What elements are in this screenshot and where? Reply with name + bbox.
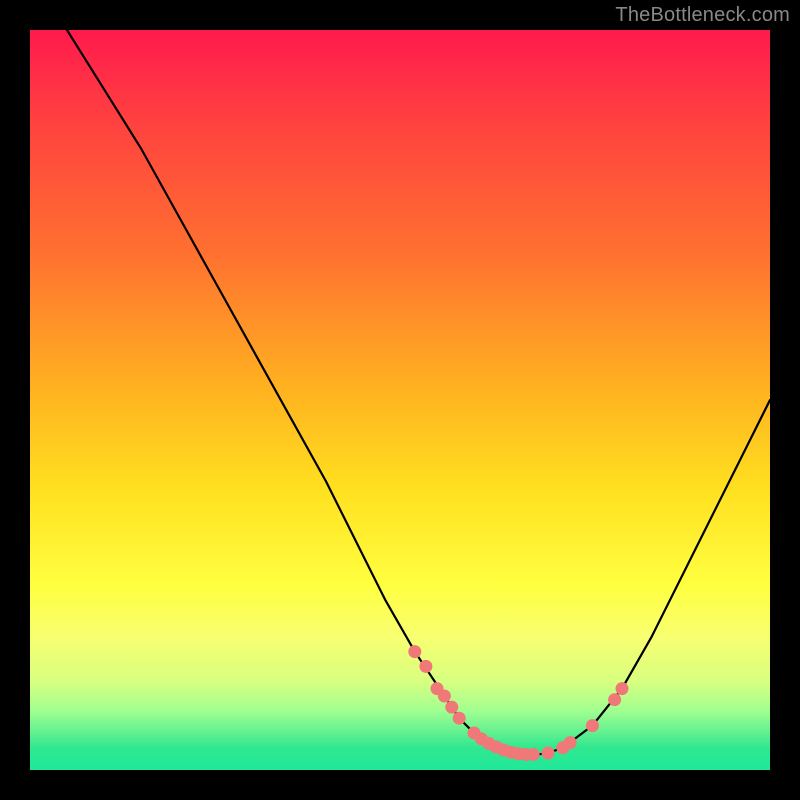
highlight-dot (586, 719, 599, 732)
highlight-dot (564, 736, 577, 749)
highlight-dot (527, 748, 540, 761)
highlight-dot (445, 701, 458, 714)
highlight-dot (453, 712, 466, 725)
highlight-dots (408, 645, 628, 761)
highlight-dot (542, 746, 555, 759)
watermark-text: TheBottleneck.com (615, 4, 790, 27)
plot-area (30, 30, 770, 770)
highlight-dot (616, 682, 629, 695)
curve-layer (30, 30, 770, 770)
bottleneck-curve (30, 30, 770, 755)
highlight-dot (438, 690, 451, 703)
highlight-dot (419, 660, 432, 673)
highlight-dot (408, 645, 421, 658)
highlight-dot (608, 693, 621, 706)
chart-container: TheBottleneck.com (0, 0, 800, 800)
